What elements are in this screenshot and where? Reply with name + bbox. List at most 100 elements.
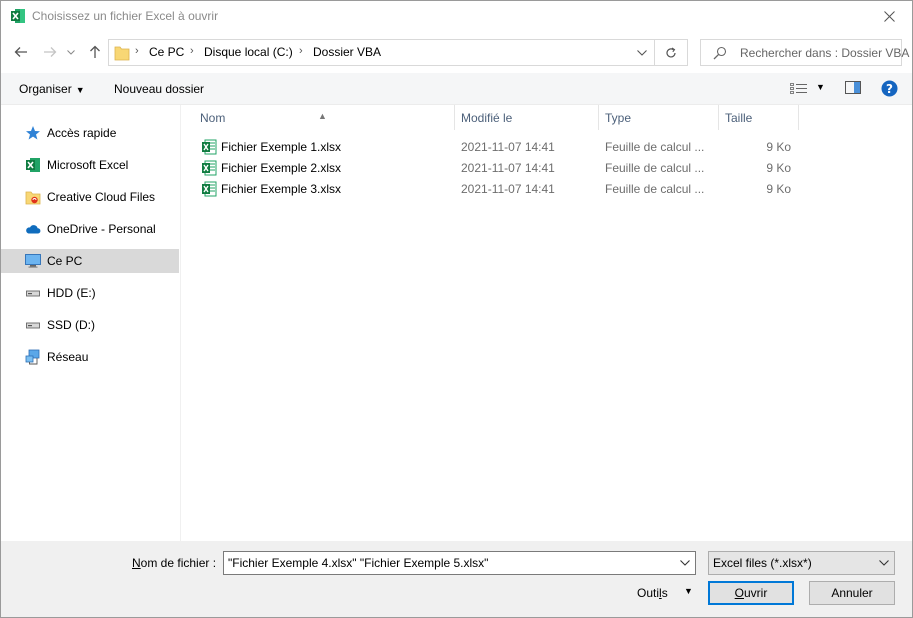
address-bar[interactable]: › Ce PC › Disque local (C:) › Dossier VB… — [108, 39, 688, 66]
column-header-size[interactable]: Taille — [719, 105, 799, 130]
open-label-accesskey: O — [734, 586, 744, 600]
open-label-text: uvrir — [744, 586, 768, 600]
breadcrumb-separator: › — [299, 45, 303, 57]
sort-ascending-icon: ▲ — [318, 111, 327, 121]
search-box[interactable]: Rechercher dans : Dossier VBA — [700, 39, 909, 66]
close-button[interactable] — [866, 1, 912, 32]
search-icon — [713, 46, 727, 60]
help-icon: ? — [881, 80, 898, 97]
excel-app-icon — [11, 9, 25, 23]
command-bar: Organiser ▼ Nouveau dossier ▼ ? — [1, 73, 912, 105]
file-row[interactable]: Fichier Exemple 2.xlsx 2021-11-07 14:41 … — [182, 157, 802, 178]
sidebar-item-label: SSD (D:) — [47, 318, 95, 332]
sidebar-item-onedrive[interactable]: OneDrive - Personal — [1, 217, 179, 241]
file-size: 9 Ko — [766, 161, 791, 175]
file-modified: 2021-11-07 14:41 — [461, 182, 555, 196]
back-button[interactable] — [11, 42, 31, 62]
file-size: 9 Ko — [766, 140, 791, 154]
sidebar-item-creative-cloud-files[interactable]: Creative Cloud Files — [1, 185, 179, 209]
folder-icon — [114, 46, 130, 61]
excel-file-icon — [202, 139, 217, 155]
tools-label-end: s — [661, 586, 668, 600]
column-header-name[interactable]: ▲ Nom — [182, 105, 454, 130]
file-type: Feuille de calcul ... — [605, 161, 705, 175]
filename-input[interactable]: "Fichier Exemple 4.xlsx" "Fichier Exempl… — [223, 551, 696, 575]
breadcrumb-dossier-vba[interactable]: Dossier VBA — [313, 45, 381, 59]
recent-locations-button[interactable] — [64, 42, 78, 62]
sidebar-item-quick-access[interactable]: Accès rapide — [1, 121, 179, 145]
refresh-button[interactable] — [654, 40, 687, 65]
file-name: Fichier Exemple 3.xlsx — [221, 182, 342, 196]
change-view-button[interactable]: ▼ — [790, 82, 830, 96]
computer-icon — [25, 254, 41, 268]
sidebar-item-ssd-d[interactable]: SSD (D:) — [1, 313, 179, 337]
filename-label: Nom de fichier : — [132, 556, 216, 570]
excel-file-icon — [202, 181, 217, 197]
drive-icon — [26, 290, 40, 297]
column-header-modified[interactable]: Modifié le — [455, 105, 598, 130]
forward-button[interactable] — [40, 42, 60, 62]
window-title: Choisissez un fichier Excel à ouvrir — [32, 9, 219, 23]
preview-pane-button[interactable] — [845, 81, 863, 97]
filename-history-dropdown[interactable] — [675, 552, 695, 574]
organize-menu-button[interactable]: Organiser ▼ — [19, 82, 85, 96]
file-type-filter-select[interactable]: Excel files (*.xlsx*) — [708, 551, 895, 575]
up-button[interactable] — [85, 42, 105, 62]
sidebar-item-label: Creative Cloud Files — [47, 190, 156, 204]
breadcrumb-local-disk[interactable]: Disque local (C:) — [204, 45, 293, 59]
open-button[interactable]: Ouvrir — [708, 581, 794, 605]
file-type: Feuille de calcul ... — [605, 182, 705, 196]
sidebar-item-label: HDD (E:) — [47, 286, 96, 300]
caret-down-icon: ▼ — [75, 85, 85, 95]
new-folder-button[interactable]: Nouveau dossier — [114, 82, 204, 96]
sidebar-item-label: Microsoft Excel — [47, 158, 129, 172]
dialog-footer: Nom de fichier : "Fichier Exemple 4.xlsx… — [1, 541, 912, 617]
file-name: Fichier Exemple 2.xlsx — [221, 161, 342, 175]
column-header-type[interactable]: Type — [599, 105, 718, 130]
breadcrumb-ce-pc[interactable]: Ce PC — [149, 45, 184, 59]
file-modified: 2021-11-07 14:41 — [461, 161, 555, 175]
chevron-down-icon — [67, 49, 75, 55]
navigation-pane: Accès rapide Microsoft Excel Creative Cl… — [1, 105, 181, 541]
column-header-label: Type — [605, 111, 632, 125]
column-header-label: Taille — [725, 111, 753, 125]
organize-label: Organiser — [19, 82, 72, 96]
details-view-icon — [790, 83, 807, 94]
cancel-button[interactable]: Annuler — [809, 581, 895, 605]
sidebar-item-hdd-e[interactable]: HDD (E:) — [1, 281, 179, 305]
help-button[interactable]: ? — [881, 80, 898, 97]
creative-cloud-folder-icon — [25, 191, 41, 205]
chevron-down-icon — [879, 560, 889, 566]
filter-dropdown-toggle[interactable] — [874, 552, 894, 574]
sidebar-item-label: Réseau — [47, 350, 89, 364]
file-row[interactable]: Fichier Exemple 3.xlsx 2021-11-07 14:41 … — [182, 178, 802, 199]
column-divider[interactable] — [798, 105, 799, 130]
arrow-left-icon — [14, 47, 27, 57]
search-placeholder: Rechercher dans : Dossier VBA — [740, 46, 910, 60]
caret-down-icon[interactable]: ▼ — [684, 586, 693, 596]
breadcrumb-separator: › — [135, 45, 139, 57]
refresh-icon — [666, 47, 676, 57]
sidebar-item-label: Accès rapide — [47, 126, 117, 140]
sidebar-item-microsoft-excel[interactable]: Microsoft Excel — [1, 153, 179, 177]
file-name: Fichier Exemple 1.xlsx — [221, 140, 342, 154]
column-header-label: Modifié le — [461, 111, 513, 125]
file-type-filter-value: Excel files (*.xlsx*) — [713, 556, 812, 570]
excel-icon — [26, 158, 40, 172]
column-header-label: Nom — [200, 111, 226, 125]
close-icon — [883, 11, 895, 22]
drive-icon — [26, 322, 40, 329]
arrow-up-icon — [90, 45, 100, 58]
address-history-dropdown[interactable] — [631, 40, 653, 65]
open-file-dialog: Choisissez un fichier Excel à ouvrir › C… — [0, 0, 913, 618]
breadcrumb-separator: › — [190, 45, 194, 57]
caret-down-icon: ▼ — [816, 82, 825, 92]
sidebar-item-reseau[interactable]: Réseau — [1, 345, 179, 369]
file-list: ▲ Nom Modifié le Type Taille Fichier Exe… — [182, 105, 912, 541]
onedrive-cloud-icon — [26, 225, 41, 234]
filename-label-text: om de fichier : — [140, 556, 217, 570]
tools-menu-button[interactable]: Outils — [637, 586, 668, 600]
sidebar-item-ce-pc[interactable]: Ce PC — [1, 249, 179, 273]
file-row[interactable]: Fichier Exemple 1.xlsx 2021-11-07 14:41 … — [182, 136, 802, 157]
star-icon — [26, 126, 40, 140]
